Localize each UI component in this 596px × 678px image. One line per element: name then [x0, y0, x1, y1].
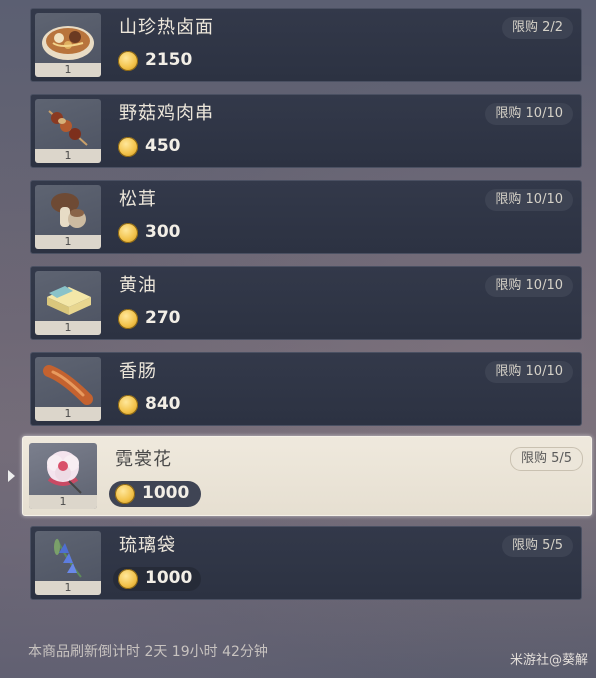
item-quantity: 1 [35, 407, 101, 421]
shop-item-list: 1 山珍热卤面 2150 限购 2/2 1 野菇鸡肉串 450 限购 10/10 [0, 0, 596, 630]
item-price: 300 [145, 222, 181, 242]
shop-item-row[interactable]: 1 野菇鸡肉串 450 限购 10/10 [30, 94, 582, 168]
purchase-limit-badge: 限购 10/10 [485, 103, 573, 125]
item-quantity: 1 [35, 149, 101, 163]
item-quantity: 1 [35, 581, 101, 595]
purchase-limit-badge: 限购 10/10 [485, 361, 573, 383]
mora-coin-icon [115, 484, 135, 504]
shop-item-row-selected[interactable]: 1 霓裳花 1000 限购 5/5 [22, 436, 592, 516]
purchase-limit-badge: 限购 5/5 [501, 535, 573, 557]
mora-coin-icon [118, 569, 138, 589]
item-quantity: 1 [29, 495, 97, 509]
mora-coin-icon [118, 223, 138, 243]
purchase-limit-badge: 限购 10/10 [485, 275, 573, 297]
item-price: 1000 [142, 483, 190, 503]
selection-arrow-icon [8, 470, 15, 482]
item-name: 黄油 [119, 275, 157, 296]
matsutake-icon [51, 193, 86, 228]
item-name: 山珍热卤面 [119, 17, 214, 38]
glaze-lily-icon [54, 538, 82, 578]
purchase-limit-badge: 限购 2/2 [501, 17, 573, 39]
butter-icon [47, 286, 91, 315]
skewer-icon [48, 110, 88, 146]
item-name: 野菇鸡肉串 [119, 103, 214, 124]
purchase-limit-badge: 限购 5/5 [509, 447, 583, 471]
item-quantity: 1 [35, 63, 101, 77]
item-price: 2150 [145, 50, 193, 70]
shop-item-row[interactable]: 1 松茸 300 限购 10/10 [30, 180, 582, 254]
item-quantity: 1 [35, 235, 101, 249]
item-thumbnail: 1 [29, 443, 97, 509]
item-thumbnail: 1 [35, 99, 101, 163]
item-name: 松茸 [119, 189, 157, 210]
refresh-countdown: 本商品刷新倒计时 2天 19小时 42分钟 [28, 644, 268, 660]
shop-item-row[interactable]: 1 山珍热卤面 2150 限购 2/2 [30, 8, 582, 82]
mora-coin-icon [118, 137, 138, 157]
mora-coin-icon [118, 395, 138, 415]
silk-flower-icon [47, 451, 82, 494]
shop-item-row[interactable]: 1 琉璃袋 1000 限购 5/5 [30, 526, 582, 600]
item-price: 450 [145, 136, 181, 156]
item-price: 270 [145, 308, 181, 328]
mora-coin-icon [118, 309, 138, 329]
shop-item-row[interactable]: 1 黄油 270 限购 10/10 [30, 266, 582, 340]
watermark: 米游社@葵解 [509, 653, 588, 668]
noodle-bowl-icon [42, 26, 94, 60]
item-quantity: 1 [35, 321, 101, 335]
item-thumbnail: 1 [35, 13, 101, 77]
item-price: 1000 [145, 568, 193, 588]
item-name: 琉璃袋 [119, 535, 176, 556]
item-thumbnail: 1 [35, 531, 101, 595]
purchase-limit-badge: 限购 10/10 [485, 189, 573, 211]
sausage-icon [43, 365, 93, 405]
mora-coin-icon [118, 51, 138, 71]
item-thumbnail: 1 [35, 357, 101, 421]
item-thumbnail: 1 [35, 185, 101, 249]
item-price: 840 [145, 394, 181, 414]
item-name: 霓裳花 [115, 449, 172, 470]
item-thumbnail: 1 [35, 271, 101, 335]
item-name: 香肠 [119, 361, 157, 382]
shop-item-row[interactable]: 1 香肠 840 限购 10/10 [30, 352, 582, 426]
